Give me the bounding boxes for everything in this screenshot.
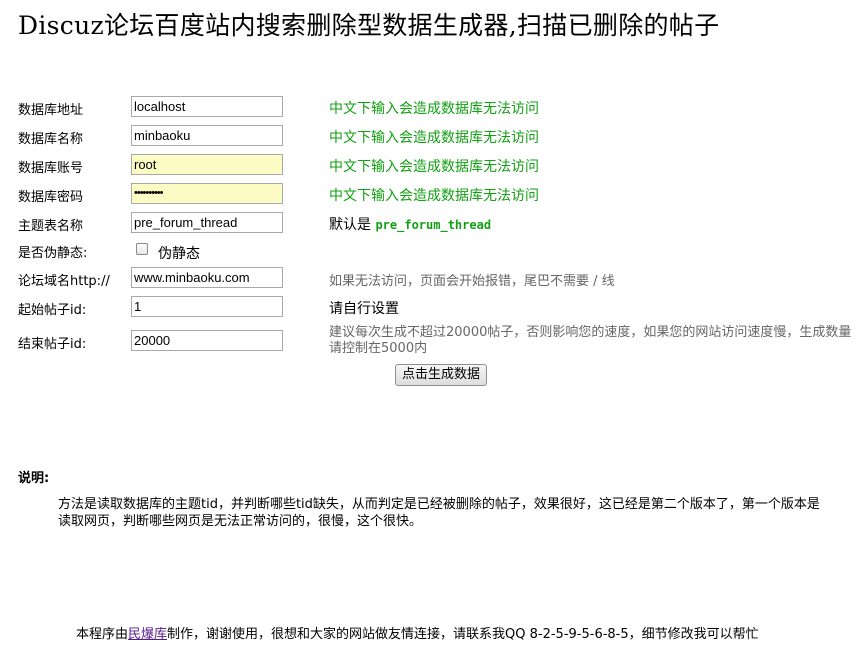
db-name-hint: 中文下输入会造成数据库无法访问 xyxy=(329,130,539,146)
db-pass-label: 数据库密码 xyxy=(18,190,84,205)
table-hint-prefix: 默认是 xyxy=(329,217,371,233)
generate-data-button[interactable]: 点击生成数据 xyxy=(395,364,487,386)
db-host-label: 数据库地址 xyxy=(18,103,84,118)
db-name-label: 数据库名称 xyxy=(18,132,84,147)
db-host-input[interactable]: localhost xyxy=(131,96,283,117)
db-user-label: 数据库账号 xyxy=(18,161,84,176)
db-pass-input[interactable]: •••••••••• xyxy=(131,183,283,204)
domain-hint: 如果无法访问，页面会开始报错，尾巴不需要 / 线 xyxy=(329,274,615,289)
static-checkbox-label[interactable]: 伪静态 xyxy=(158,243,200,263)
explanation-heading: 说明: xyxy=(18,471,50,486)
table-label: 主题表名称 xyxy=(18,219,84,234)
static-label: 是否伪静态: xyxy=(18,246,88,261)
db-user-input[interactable]: root xyxy=(131,154,283,175)
table-input[interactable]: pre_forum_thread xyxy=(131,212,283,233)
footer-credit: 本程序由民爆库制作，谢谢使用，很想和大家的网站做友情连接，请联系我QQ 8-2-… xyxy=(76,623,759,642)
end-id-input[interactable]: 20000 xyxy=(131,330,283,351)
page-title: Discuz论坛百度站内搜索删除型数据生成器,扫描已删除的帖子 xyxy=(18,11,720,40)
db-name-input[interactable]: minbaoku xyxy=(131,125,283,146)
db-pass-hint: 中文下输入会造成数据库无法访问 xyxy=(329,188,539,204)
footer-author-link[interactable]: 民爆库 xyxy=(128,627,167,642)
end-id-label: 结束帖子id: xyxy=(18,337,87,352)
start-id-hint: 请自行设置 xyxy=(329,301,399,317)
domain-label: 论坛域名http:// xyxy=(18,274,110,289)
footer-suffix: 制作，谢谢使用，很想和大家的网站做友情连接，请联系我QQ 8-2-5-9-5-6… xyxy=(167,627,759,642)
table-hint: 默认是 pre_forum_thread xyxy=(329,214,491,234)
table-default-code: pre_forum_thread xyxy=(375,218,492,232)
start-id-label: 起始帖子id: xyxy=(18,303,87,318)
static-checkbox[interactable] xyxy=(136,243,148,255)
explanation-text: 方法是读取数据库的主题tid，并判断哪些tid缺失，从而判定是已经被删除的帖子，… xyxy=(58,497,820,529)
end-id-hint: 建议每次生成不超过20000帖子，否则影响您的速度，如果您的网站访问速度慢，生成… xyxy=(329,325,852,356)
db-host-hint: 中文下输入会造成数据库无法访问 xyxy=(329,101,539,117)
start-id-input[interactable]: 1 xyxy=(131,296,283,317)
db-user-hint: 中文下输入会造成数据库无法访问 xyxy=(329,159,539,175)
domain-input[interactable]: www.minbaoku.com xyxy=(131,267,283,288)
footer-prefix: 本程序由 xyxy=(76,627,129,642)
